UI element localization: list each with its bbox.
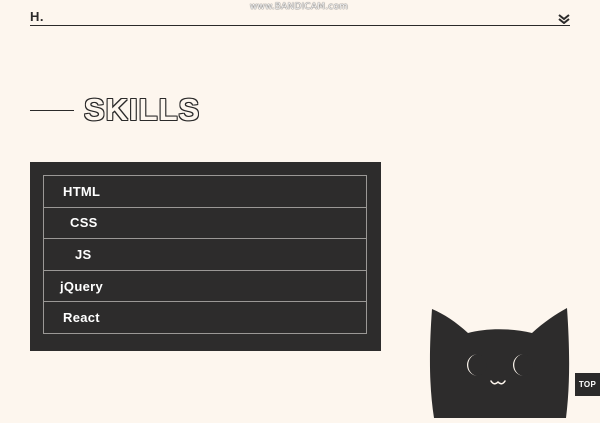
skill-item-css[interactable]: CSS (43, 207, 367, 240)
skill-item-react[interactable]: React (43, 302, 367, 334)
skills-panel: HTML CSS JS jQuery React (30, 162, 381, 351)
skill-label: CSS (70, 215, 98, 231)
chevron-down-icon[interactable] (558, 11, 570, 25)
skill-label: HTML (63, 183, 101, 199)
title-divider (30, 109, 74, 111)
skill-item-js[interactable]: JS (43, 239, 367, 271)
cat-illustration (426, 306, 572, 418)
site-header: H. (30, 8, 570, 26)
skill-label: jQuery (60, 278, 103, 294)
skill-item-jquery[interactable]: jQuery (43, 270, 367, 303)
skills-title: SKILLS (84, 92, 201, 127)
section-title: SKILLS (30, 93, 200, 127)
skills-list: HTML CSS JS jQuery React (43, 175, 367, 334)
skill-label: React (63, 310, 100, 326)
back-to-top-button[interactable]: TOP (575, 373, 600, 396)
skill-label: JS (75, 246, 92, 262)
site-logo[interactable]: H. (30, 10, 44, 23)
skill-item-html[interactable]: HTML (43, 176, 367, 208)
